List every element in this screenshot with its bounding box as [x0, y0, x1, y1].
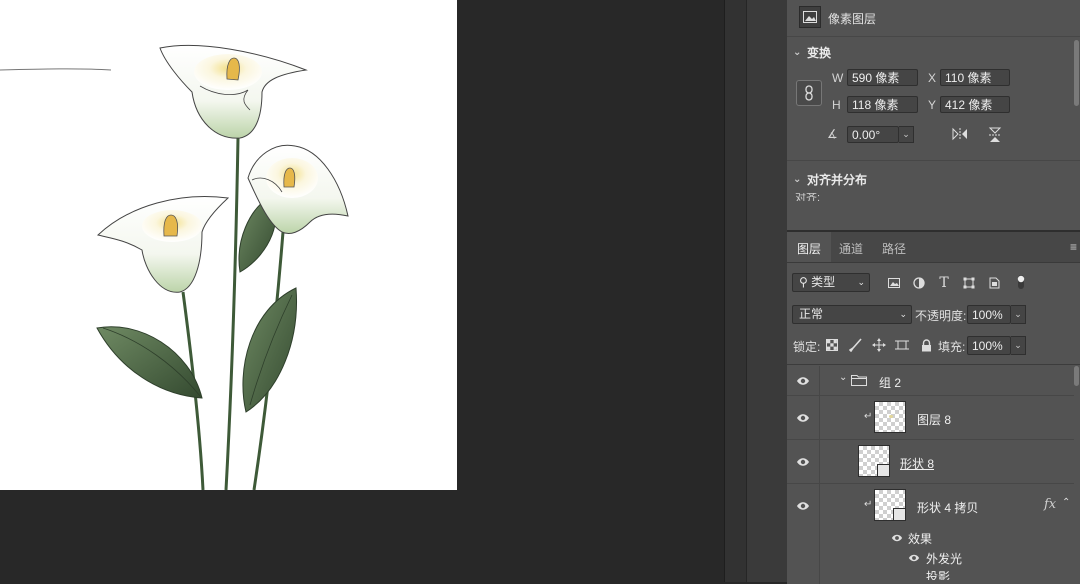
section-divider — [787, 160, 1080, 161]
fill-field[interactable]: 100% — [967, 336, 1011, 355]
h-label: H — [832, 98, 841, 112]
layer-thumbnail — [874, 489, 906, 521]
type-filter-icon[interactable]: T — [937, 275, 951, 291]
transform-section-header[interactable]: ⌄ 变换 — [793, 44, 831, 61]
chevron-down-icon: ⌄ — [899, 309, 907, 319]
width-field[interactable]: 590 像素 — [847, 69, 918, 86]
tab-layers[interactable]: 图层 — [797, 240, 821, 257]
layers-panel: 图层 通道 路径 ≡ ⚲ 类型 ⌄ T 正常 ⌄ 不透明度: 100% ⌄ 锁定… — [787, 230, 1080, 584]
lock-all-icon[interactable] — [919, 338, 933, 352]
chevron-down-icon[interactable]: ⌄ — [839, 372, 847, 383]
filter-kind-label: 类型 — [811, 275, 836, 289]
lock-transparent-pixels-icon[interactable] — [825, 338, 839, 352]
lock-row: 锁定: 填充: 100% ⌄ — [787, 336, 1080, 356]
layer-row-shape-8[interactable]: 形状 8 — [787, 440, 1074, 484]
tab-channels[interactable]: 通道 — [839, 240, 863, 257]
opacity-dropdown[interactable]: ⌄ — [1011, 305, 1026, 324]
effects-label: 效果 — [908, 532, 933, 546]
align-section-header[interactable]: ⌄ 对齐并分布 — [793, 171, 867, 188]
shape-layer-badge-icon — [893, 508, 906, 521]
eye-icon[interactable] — [908, 552, 920, 564]
smart-object-filter-icon[interactable] — [987, 276, 1001, 290]
layer-name: 形状 4 拷贝 — [917, 501, 979, 515]
chevron-down-icon: ⌄ — [793, 47, 802, 58]
right-panel: 像素图层 ⌄ 变换 W 590 像素 X 110 像素 H 118 像素 Y 4… — [787, 0, 1080, 584]
layers-tab-bar: 图层 通道 路径 ≡ — [787, 232, 1080, 263]
chevron-down-icon: ⌄ — [793, 174, 802, 185]
lock-artboard-icon[interactable] — [895, 338, 909, 352]
panel-menu-icon[interactable]: ≡ — [1070, 240, 1077, 254]
transform-title: 变换 — [807, 46, 832, 60]
eye-icon[interactable] — [796, 411, 810, 425]
layer-name: 形状 8 — [900, 457, 935, 471]
layer-row-layer-8[interactable]: ↵ 图层 8 — [787, 396, 1074, 440]
pixel-filter-icon[interactable] — [887, 276, 901, 290]
y-position-field[interactable]: 412 像素 — [940, 96, 1010, 113]
align-title: 对齐并分布 — [807, 173, 868, 187]
clipping-mask-icon: ↵ — [864, 499, 873, 510]
panel-gutter — [724, 0, 747, 582]
layer-row-group-2[interactable]: ⌄ 组 2 — [787, 366, 1074, 396]
fill-label: 填充: — [938, 340, 966, 354]
layer-name: 图层 8 — [917, 413, 952, 427]
pixel-layer-label: 像素图层 — [828, 12, 877, 26]
shape-filter-icon[interactable] — [962, 276, 976, 290]
thumbnail-content — [889, 415, 893, 418]
properties-scrollbar[interactable] — [1074, 40, 1079, 106]
layer-name: 组 2 — [879, 376, 902, 390]
adjustment-filter-icon[interactable] — [912, 276, 926, 290]
eye-icon[interactable] — [796, 499, 810, 513]
chevron-up-icon[interactable]: ⌃ — [1062, 497, 1070, 508]
tab-paths[interactable]: 路径 — [882, 240, 906, 257]
folder-icon — [851, 375, 867, 386]
lock-image-pixels-icon[interactable] — [849, 338, 863, 352]
effect-drop-shadow: 投影 — [926, 570, 951, 580]
blend-mode-label: 正常 — [799, 307, 824, 321]
link-proportions-button[interactable] — [796, 80, 822, 106]
filter-toggle[interactable] — [1017, 274, 1025, 290]
lock-label: 锁定: — [793, 340, 821, 354]
clipping-mask-icon: ↵ — [864, 411, 873, 422]
eye-icon[interactable] — [796, 374, 810, 388]
angle-field[interactable]: 0.00° — [847, 126, 899, 143]
layers-scrollbar[interactable] — [1074, 366, 1079, 386]
opacity-field[interactable]: 100% — [967, 305, 1011, 324]
calla-lily-artwork — [0, 44, 349, 490]
layers-list-divider — [787, 364, 1080, 365]
align-sub-label: 对齐: — [795, 193, 821, 201]
angle-icon: ∡ — [827, 127, 838, 141]
height-field[interactable]: 118 像素 — [847, 96, 918, 113]
fill-dropdown[interactable]: ⌄ — [1011, 336, 1026, 355]
angle-dropdown-chevron[interactable]: ⌄ — [899, 126, 914, 143]
filter-kind-select[interactable]: ⚲ 类型 ⌄ — [792, 273, 870, 292]
properties-panel: 像素图层 ⌄ 变换 W 590 像素 X 110 像素 H 118 像素 Y 4… — [787, 0, 1080, 230]
x-position-field[interactable]: 110 像素 — [940, 69, 1010, 86]
shape-layer-badge-icon — [877, 464, 890, 477]
document-canvas[interactable] — [0, 0, 457, 490]
chain-link-icon — [805, 85, 813, 101]
x-label: X — [928, 71, 937, 85]
flip-vertical-icon[interactable] — [988, 126, 1002, 147]
eye-icon[interactable] — [796, 455, 810, 469]
fx-icon[interactable]: fx — [1044, 497, 1056, 512]
layer-filter-row: ⚲ 类型 ⌄ T — [787, 269, 1080, 295]
document-workspace[interactable] — [0, 0, 724, 582]
w-label: W — [832, 71, 844, 85]
layer-thumbnail — [874, 401, 906, 433]
collapsed-panel-strip — [746, 0, 788, 582]
pixel-layer-header: 像素图层 — [787, 0, 1080, 37]
effect-outer-glow: 外发光 — [926, 552, 963, 566]
blend-mode-select[interactable]: 正常 ⌄ — [792, 305, 912, 324]
y-label: Y — [928, 98, 937, 112]
image-icon — [799, 6, 821, 28]
chevron-down-icon: ⌄ — [857, 277, 865, 287]
layer-thumbnail — [858, 445, 890, 477]
lock-position-icon[interactable] — [872, 338, 886, 352]
eye-icon[interactable] — [891, 532, 903, 544]
flip-horizontal-icon[interactable] — [951, 127, 969, 144]
search-icon: ⚲ — [799, 275, 808, 289]
layer-row-shape-4-copy[interactable]: ↵ 形状 4 拷贝 fx ⌃ 效果 外发光 投影 — [787, 484, 1074, 584]
opacity-label: 不透明度: — [915, 309, 967, 323]
